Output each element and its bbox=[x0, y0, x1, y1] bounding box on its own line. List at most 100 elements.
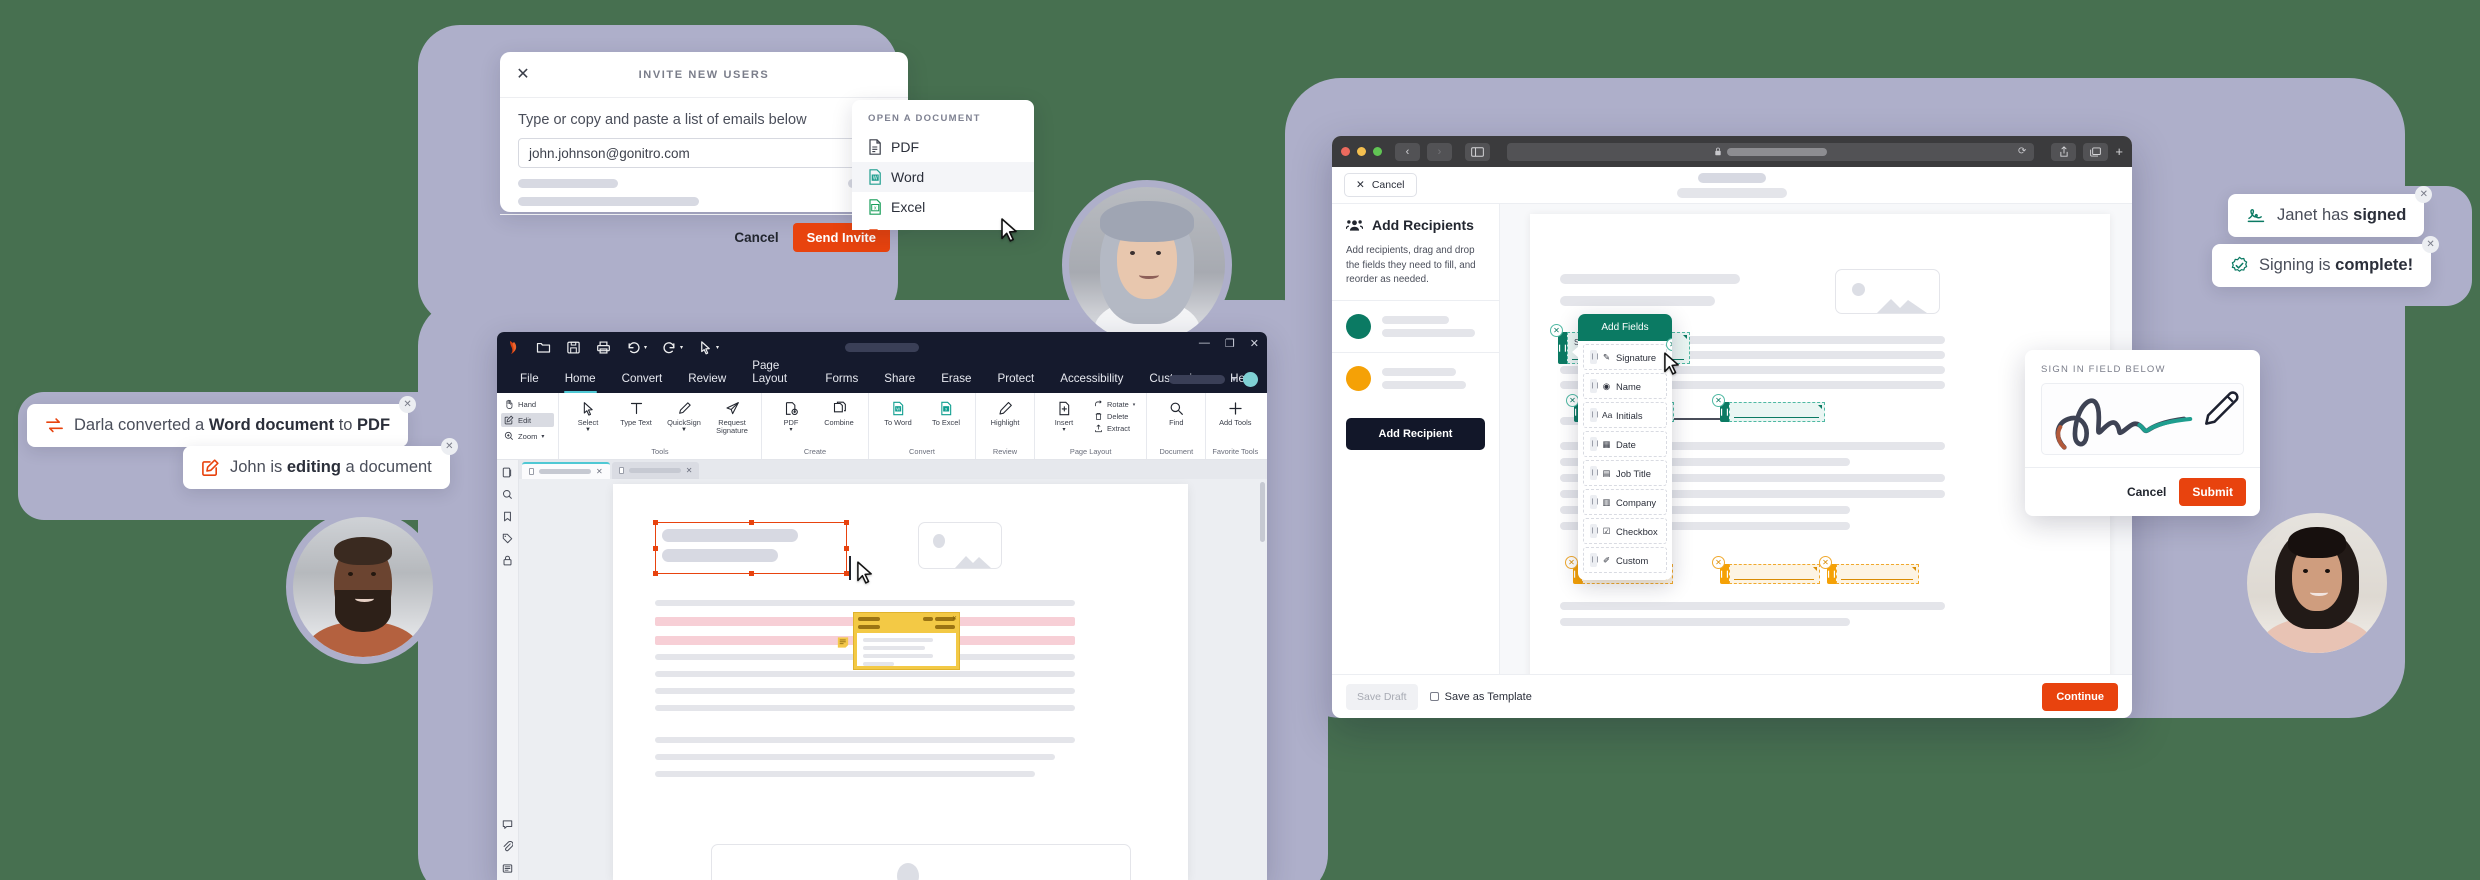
field-box[interactable] bbox=[1729, 402, 1825, 422]
document-field-amber-2[interactable]: ✕ ❙❙ bbox=[1712, 556, 1820, 584]
add-field-date[interactable]: ❙❙ ▦ Date bbox=[1583, 431, 1667, 457]
close-icon[interactable]: ✕ bbox=[1712, 556, 1725, 569]
tab-forms[interactable]: Forms bbox=[812, 372, 871, 393]
document-scrollbar[interactable] bbox=[1260, 482, 1265, 542]
add-field-name[interactable]: ❙❙ ◉ Name bbox=[1583, 373, 1667, 399]
chevron-down-icon[interactable]: ▼ bbox=[681, 427, 687, 433]
cancel-button[interactable]: ✕ Cancel bbox=[1344, 173, 1417, 197]
sidebar-toggle-icon[interactable] bbox=[1465, 142, 1490, 161]
minimize-icon[interactable]: — bbox=[1199, 337, 1210, 350]
lock-icon[interactable] bbox=[502, 555, 513, 566]
drag-grip-icon[interactable]: ❙❙ bbox=[1590, 466, 1600, 480]
add-field-checkbox[interactable]: ❙❙ ☑ Checkbox bbox=[1583, 518, 1667, 544]
close-icon[interactable]: ✕ bbox=[2422, 236, 2440, 253]
save-as-template-checkbox[interactable]: Save as Template bbox=[1429, 691, 1532, 703]
close-icon[interactable]: ✕ bbox=[686, 466, 693, 475]
chevron-down-icon[interactable]: ▾ bbox=[1133, 402, 1136, 408]
close-icon[interactable]: ✕ bbox=[399, 396, 417, 413]
ribbon-select-button[interactable]: Select ▼ bbox=[565, 397, 611, 436]
close-window-dot[interactable] bbox=[1341, 147, 1350, 156]
chevron-down-icon[interactable]: ▾ bbox=[789, 427, 792, 433]
plus-icon[interactable]: + bbox=[2115, 144, 2123, 159]
document-tab-2[interactable]: ✕ bbox=[611, 462, 700, 479]
undo-icon[interactable]: ▾ bbox=[626, 340, 647, 355]
checkbox-icon[interactable] bbox=[1429, 692, 1439, 701]
chevron-right-icon[interactable]: › bbox=[1427, 142, 1452, 161]
tool-edit[interactable]: Edit bbox=[501, 413, 554, 427]
close-icon[interactable]: ✕ bbox=[516, 66, 530, 82]
address-bar[interactable]: ⟳ bbox=[1507, 142, 2035, 161]
close-icon[interactable]: ✕ bbox=[440, 438, 458, 455]
comment-popup[interactable]: ✕ bbox=[853, 612, 960, 670]
cancel-button[interactable]: Cancel bbox=[2127, 485, 2166, 499]
open-folder-icon[interactable] bbox=[536, 340, 551, 355]
document-field-amber-3[interactable]: ✕ ❙❙ bbox=[1819, 556, 1919, 584]
tag-icon[interactable] bbox=[502, 533, 513, 544]
field-box[interactable] bbox=[1729, 564, 1820, 584]
drag-grip-icon[interactable]: ❙❙ bbox=[1590, 524, 1600, 538]
chevron-down-icon[interactable]: ▾ bbox=[1062, 427, 1065, 433]
ribbon-to-excel-button[interactable]: x To Excel bbox=[923, 397, 969, 427]
close-icon[interactable]: ✕ bbox=[1550, 324, 1563, 337]
signature-pad[interactable] bbox=[2041, 383, 2244, 455]
continue-button[interactable]: Continue bbox=[2042, 682, 2118, 711]
close-icon[interactable]: ✕ bbox=[596, 467, 603, 476]
ribbon-create-pdf-button[interactable]: PDF ▾ bbox=[768, 397, 814, 433]
pages-icon[interactable] bbox=[502, 467, 513, 478]
ribbon-delete-button[interactable]: Delete bbox=[1094, 412, 1135, 421]
text-selection-box[interactable] bbox=[653, 520, 849, 576]
tool-hand[interactable]: Hand bbox=[501, 397, 554, 411]
zoom-window-dot[interactable] bbox=[1373, 147, 1382, 156]
sticky-note-icon[interactable] bbox=[837, 636, 849, 649]
drag-grip-icon[interactable]: ❙❙ bbox=[1590, 553, 1600, 567]
reload-icon[interactable]: ⟳ bbox=[2018, 146, 2026, 157]
drag-grip-icon[interactable]: ❙❙ bbox=[1590, 437, 1600, 451]
drag-grip-icon[interactable]: ❙❙ bbox=[1590, 495, 1600, 509]
save-icon[interactable] bbox=[566, 340, 581, 355]
ribbon-to-word-button[interactable]: W To Word bbox=[875, 397, 921, 427]
close-icon[interactable]: ✕ bbox=[1819, 556, 1832, 569]
add-field-initials[interactable]: ❙❙ Aa Initials bbox=[1583, 402, 1667, 428]
close-icon[interactable]: ✕ bbox=[952, 615, 957, 622]
redo-icon[interactable]: ▾ bbox=[662, 340, 683, 355]
recipient-row-2[interactable] bbox=[1332, 351, 1499, 404]
layers-icon[interactable] bbox=[502, 863, 513, 874]
submit-button[interactable]: Submit bbox=[2179, 478, 2246, 506]
drag-grip-icon[interactable]: ❙❙ bbox=[1557, 332, 1568, 364]
share-icon[interactable] bbox=[2051, 142, 2077, 161]
cancel-button[interactable]: Cancel bbox=[734, 230, 778, 245]
add-field-company[interactable]: ❙❙ ▥ Company bbox=[1583, 489, 1667, 515]
ribbon-extract-button[interactable]: Extract bbox=[1094, 424, 1135, 433]
search-icon[interactable] bbox=[502, 489, 513, 500]
tab-convert[interactable]: Convert bbox=[609, 372, 676, 393]
tab-home[interactable]: Home bbox=[552, 372, 609, 393]
chevron-down-icon[interactable]: ▾ bbox=[541, 433, 544, 440]
add-field-job-title[interactable]: ❙❙ ▤ Job Title bbox=[1583, 460, 1667, 486]
tab-page-layout[interactable]: Page Layout bbox=[739, 359, 812, 393]
tab-erase[interactable]: Erase bbox=[928, 372, 984, 393]
close-icon[interactable]: ✕ bbox=[1565, 556, 1578, 569]
ribbon-quicksign-button[interactable]: QuickSign ▼ bbox=[661, 397, 707, 436]
minimize-window-dot[interactable] bbox=[1357, 147, 1366, 156]
chevron-left-icon[interactable]: ‹ bbox=[1395, 142, 1420, 161]
account-avatar[interactable] bbox=[1243, 372, 1258, 387]
tab-review[interactable]: Review bbox=[675, 372, 739, 393]
add-field-signature[interactable]: ❙❙ ✎ Signature bbox=[1583, 344, 1667, 370]
tool-zoom[interactable]: Zoom ▾ bbox=[501, 429, 554, 443]
recipient-row-1[interactable] bbox=[1332, 299, 1499, 352]
tab-overview-icon[interactable] bbox=[2083, 142, 2109, 161]
save-draft-button[interactable]: Save Draft bbox=[1346, 683, 1418, 710]
bookmark-icon[interactable] bbox=[502, 511, 513, 522]
ribbon-request-signature-button[interactable]: Request Signature bbox=[709, 397, 755, 436]
select-pointer-icon[interactable]: ▾ bbox=[698, 340, 719, 355]
ribbon-highlight-button[interactable]: Highlight bbox=[982, 397, 1028, 427]
drag-grip-icon[interactable]: ❙❙ bbox=[1590, 408, 1600, 422]
document-field-green-3[interactable]: ✕ ❙❙ bbox=[1712, 394, 1825, 422]
comment-icon[interactable] bbox=[502, 819, 513, 830]
drag-grip-icon[interactable]: ❙❙ bbox=[1590, 350, 1600, 364]
close-icon[interactable]: ✕ bbox=[1712, 394, 1725, 407]
close-icon[interactable]: ✕ bbox=[1666, 338, 1672, 351]
chevron-down-icon[interactable]: ▾ bbox=[1232, 375, 1236, 384]
tab-file[interactable]: File bbox=[507, 372, 552, 393]
tab-accessibility[interactable]: Accessibility bbox=[1047, 372, 1136, 393]
